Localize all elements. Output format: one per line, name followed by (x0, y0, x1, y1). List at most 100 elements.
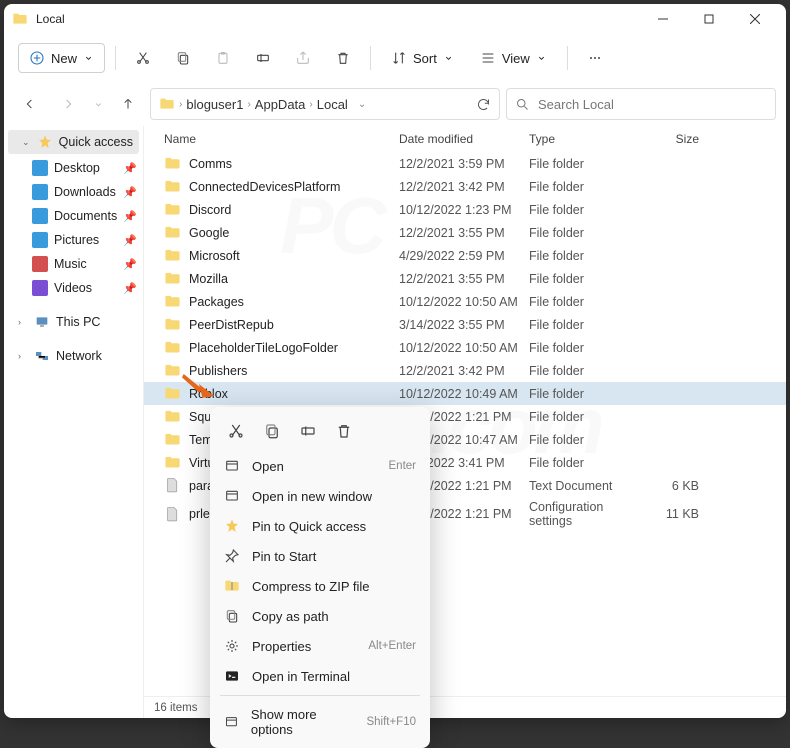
folder-icon (164, 201, 181, 218)
titlebar[interactable]: Local (4, 4, 786, 34)
file-name: Microsoft (189, 249, 240, 263)
ctx-terminal[interactable]: Open in Terminal (214, 661, 426, 691)
file-name: ConnectedDevicesPlatform (189, 180, 340, 194)
minimize-button[interactable] (640, 4, 686, 34)
breadcrumb[interactable]: Local (317, 97, 348, 112)
col-date[interactable]: Date modified (399, 132, 529, 146)
ctx-copy-button[interactable] (256, 415, 288, 447)
sidebar-item-music[interactable]: Music📌 (4, 252, 143, 276)
breadcrumb[interactable]: AppData (255, 97, 306, 112)
sidebar-item-downloads[interactable]: Downloads📌 (4, 180, 143, 204)
sidebar: ⌄Quick access Desktop📌Downloads📌Document… (4, 126, 144, 718)
sidebar-this-pc[interactable]: ›This PC (4, 310, 143, 334)
forward-button[interactable] (52, 88, 84, 120)
maximize-button[interactable] (686, 4, 732, 34)
file-row[interactable]: Microsoft4/29/2022 2:59 PMFile folder (144, 244, 786, 267)
file-row[interactable]: Mozilla12/2/2021 3:55 PMFile folder (144, 267, 786, 290)
cut-icon (227, 422, 245, 440)
rename-button[interactable] (246, 41, 280, 75)
file-row[interactable]: PlaceholderTileLogoFolder10/12/2022 10:5… (144, 336, 786, 359)
sidebar-item-desktop[interactable]: Desktop📌 (4, 156, 143, 180)
ctx-pin-quick[interactable]: Pin to Quick access (214, 511, 426, 541)
col-size[interactable]: Size (639, 132, 699, 146)
sidebar-item-videos[interactable]: Videos📌 (4, 276, 143, 300)
sidebar-network[interactable]: ›Network (4, 344, 143, 368)
ctx-open[interactable]: OpenEnter (214, 451, 426, 481)
file-row[interactable]: ConnectedDevicesPlatform 12/2/2021 3:42 P… (144, 175, 786, 198)
file-row[interactable]: Publishers12/2/2021 3:42 PMFile folder (144, 359, 786, 382)
new-button[interactable]: New (18, 43, 105, 73)
ctx-zip[interactable]: Compress to ZIP file (214, 571, 426, 601)
chevron-down-icon (443, 50, 454, 66)
pin-icon: 📌 (123, 210, 137, 223)
up-button[interactable] (112, 88, 144, 120)
file-row[interactable]: PeerDistRepub3/14/2022 3:55 PMFile folde… (144, 313, 786, 336)
pin-icon: 📌 (123, 162, 137, 175)
copy-button[interactable] (166, 41, 200, 75)
file-row[interactable]: Comms12/2/2021 3:59 PMFile folder (144, 152, 786, 175)
refresh-button[interactable] (476, 97, 491, 112)
ctx-delete-button[interactable] (328, 415, 360, 447)
ctx-properties[interactable]: PropertiesAlt+Enter (214, 631, 426, 661)
file-row[interactable]: Packages10/12/2022 10:50 AMFile folder (144, 290, 786, 313)
address-bar-row: › bloguser1› AppData› Local ⌄ Search Loc… (4, 82, 786, 126)
sidebar-item-documents[interactable]: Documents📌 (4, 204, 143, 228)
paste-button[interactable] (206, 41, 240, 75)
file-type: File folder (529, 295, 639, 309)
sort-icon (391, 50, 407, 66)
folder-icon (164, 178, 181, 195)
folder-icon (164, 408, 181, 425)
close-button[interactable] (732, 4, 778, 34)
recent-button[interactable] (90, 88, 106, 120)
sidebar-item-pictures[interactable]: Pictures📌 (4, 228, 143, 252)
ctx-open-new-window[interactable]: Open in new window (214, 481, 426, 511)
file-row[interactable]: Google12/2/2021 3:55 PMFile folder (144, 221, 786, 244)
file-name: Discord (189, 203, 231, 217)
file-date: 12/2/2021 3:42 PM (399, 180, 529, 194)
file-row[interactable]: Roblox10/12/2022 10:49 AMFile folder (144, 382, 786, 405)
back-button[interactable] (14, 88, 46, 120)
pin-icon (224, 548, 240, 564)
view-button[interactable]: View (470, 44, 557, 72)
sort-button[interactable]: Sort (381, 44, 464, 72)
ctx-rename-button[interactable] (292, 415, 324, 447)
address-bar[interactable]: › bloguser1› AppData› Local ⌄ (150, 88, 500, 120)
file-type: File folder (529, 157, 639, 171)
col-type[interactable]: Type (529, 132, 639, 146)
more-button[interactable] (578, 41, 612, 75)
ctx-more-options[interactable]: Show more optionsShift+F10 (214, 700, 426, 744)
share-icon (295, 50, 311, 66)
file-type: File folder (529, 364, 639, 378)
search-input[interactable]: Search Local (506, 88, 776, 120)
ctx-pin-start[interactable]: Pin to Start (214, 541, 426, 571)
delete-button[interactable] (326, 41, 360, 75)
terminal-icon (224, 668, 240, 684)
star-icon (224, 518, 240, 534)
ctx-copy-path[interactable]: Copy as path (214, 601, 426, 631)
column-headers[interactable]: Name Date modified Type Size (144, 126, 786, 152)
file-type: File folder (529, 272, 639, 286)
sidebar-quick-access[interactable]: ⌄Quick access (8, 130, 139, 154)
folder-icon (164, 362, 181, 379)
file-type: File folder (529, 249, 639, 263)
window-icon (224, 488, 240, 504)
window-icon (224, 714, 239, 730)
share-button[interactable] (286, 41, 320, 75)
item-count: 16 items (154, 702, 197, 714)
ctx-cut-button[interactable] (220, 415, 252, 447)
plus-icon (29, 50, 45, 66)
folder-icon (159, 96, 175, 112)
pin-icon: 📌 (123, 258, 137, 271)
breadcrumb[interactable]: bloguser1 (186, 97, 243, 112)
copy-icon (175, 50, 191, 66)
file-row[interactable]: Discord10/12/2022 1:23 PMFile folder (144, 198, 786, 221)
file-type: File folder (529, 203, 639, 217)
col-name[interactable]: Name (164, 132, 399, 146)
folder-icon (164, 270, 181, 287)
file-name: Google (189, 226, 229, 240)
chevron-down-icon[interactable]: ⌄ (358, 99, 366, 110)
toolbar: New Sort View (4, 34, 786, 82)
cut-button[interactable] (126, 41, 160, 75)
file-type: File folder (529, 318, 639, 332)
rename-icon (255, 50, 271, 66)
